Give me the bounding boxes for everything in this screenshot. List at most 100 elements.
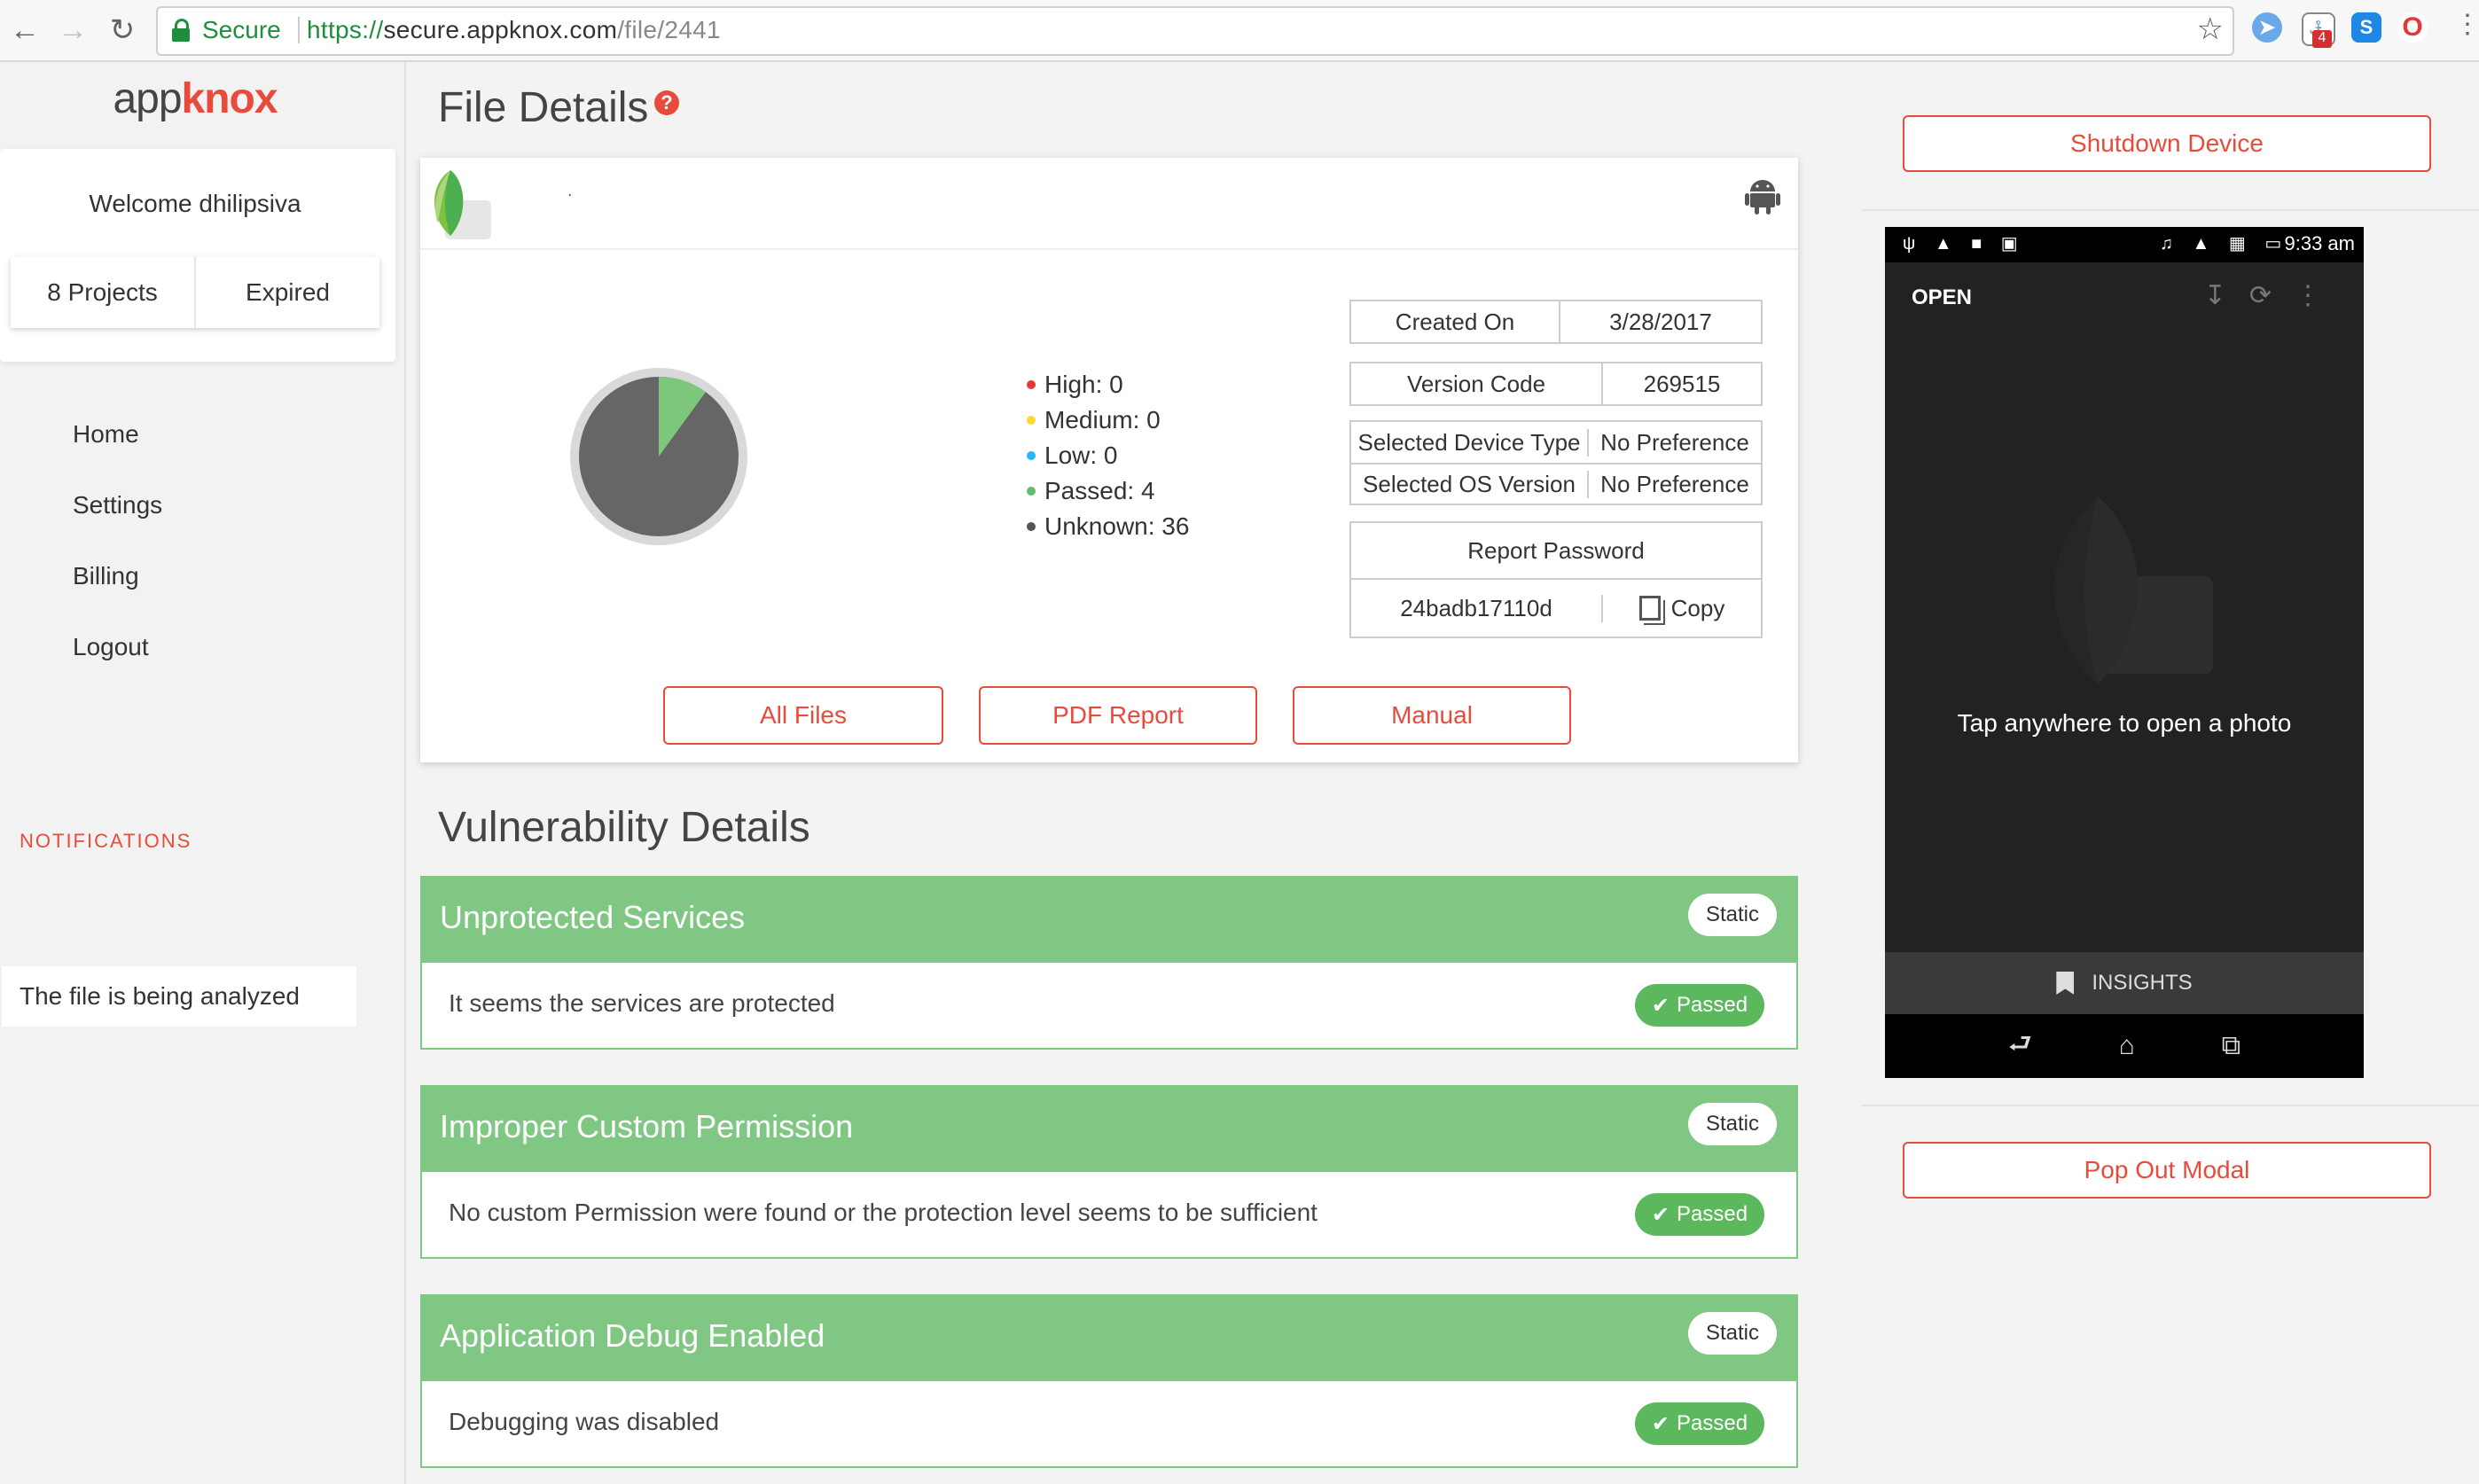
passed-label: Passed — [1677, 1411, 1748, 1435]
insights-button[interactable]: INSIGHTS — [1885, 952, 2364, 1014]
version-code-label: Version Code — [1351, 363, 1603, 404]
version-code-value: 269515 — [1643, 370, 1721, 397]
passed-badge: ✔ Passed — [1635, 1402, 1764, 1445]
vulnerability-card[interactable]: Unprotected Services Static It seems the… — [420, 876, 1798, 1050]
legend-label: Passed: 4 — [1044, 477, 1155, 504]
device-status-bar: ψ ▲ ■ ▣ ♫ ▲ ▦ ▭ 9:33 am — [1885, 227, 2364, 262]
lock-icon — [172, 19, 190, 42]
created-on-label: Created On — [1351, 301, 1560, 342]
vulnerability-card[interactable]: Improper Custom Permission Static No cus… — [420, 1085, 1798, 1259]
nav-settings[interactable]: Settings — [73, 491, 162, 519]
notifications-title: NOTIFICATIONS — [20, 830, 192, 852]
address-bar[interactable]: Secure https://secure.appknox.com/file/2… — [156, 6, 2234, 56]
passed-badge: ✔ Passed — [1635, 1193, 1764, 1236]
extension-compass-icon[interactable]: ➤ — [2252, 12, 2282, 43]
manual-button[interactable]: Manual — [1293, 686, 1571, 745]
status-icons-left: ψ ▲ ■ ▣ — [1903, 234, 2025, 254]
extension-badge: 4 — [2312, 30, 2332, 48]
opera-icon[interactable]: O — [2397, 12, 2428, 43]
legend-dot — [1027, 451, 1036, 460]
legend-dot — [1027, 487, 1036, 496]
os-version-label: Selected OS Version — [1351, 470, 1589, 498]
pop-out-modal-button[interactable]: Pop Out Modal — [1903, 1142, 2431, 1199]
device-app-bar: OPEN ↧⟳⋮ — [1885, 262, 2364, 333]
device-type-value: No Preference — [1600, 428, 1749, 456]
static-badge: Static — [1688, 1103, 1777, 1145]
appknox-logo[interactable]: appknox — [0, 74, 390, 123]
forward-arrow-icon[interactable]: → — [50, 7, 96, 53]
subscription-status[interactable]: Expired — [196, 257, 379, 328]
passed-label: Passed — [1677, 1202, 1748, 1226]
project-status-box: 8 Projects Expired — [11, 257, 379, 328]
static-badge: Static — [1688, 1312, 1777, 1355]
legend-unknown: Unknown: 36 — [1027, 512, 1189, 541]
divider — [1862, 1105, 2479, 1106]
vulnerability-description: It seems the services are protected — [449, 989, 835, 1017]
url-text[interactable]: https://secure.appknox.com/file/2441 — [307, 16, 721, 44]
created-on-box: Created On 3/28/2017 — [1349, 300, 1763, 344]
legend-medium: Medium: 0 — [1027, 406, 1161, 434]
check-icon: ✔ — [1651, 1411, 1670, 1436]
legend-label: Low: 0 — [1044, 441, 1118, 469]
extension-s-icon[interactable]: S — [2351, 12, 2381, 43]
vulnerability-description: Debugging was disabled — [449, 1408, 720, 1435]
legend-dot — [1027, 380, 1036, 389]
vulnerability-card[interactable]: Application Debug Enabled Static Debuggi… — [420, 1294, 1798, 1468]
nav-billing[interactable]: Billing — [73, 562, 139, 590]
device-type-label: Selected Device Type — [1351, 428, 1589, 457]
legend-label: Medium: 0 — [1044, 406, 1161, 433]
os-version-value: No Preference — [1600, 470, 1749, 497]
all-files-button[interactable]: All Files — [663, 686, 943, 745]
vulnerability-title: Application Debug Enabled — [440, 1317, 825, 1354]
vulnerability-description: No custom Permission were found or the p… — [449, 1199, 1318, 1226]
recents-nav-icon[interactable]: ⧉ — [2222, 1031, 2240, 1061]
passed-label: Passed — [1677, 993, 1748, 1017]
legend-passed: Passed: 4 — [1027, 477, 1155, 505]
legend-label: High: 0 — [1044, 371, 1123, 398]
created-on-value: 3/28/2017 — [1609, 308, 1712, 335]
open-button[interactable]: OPEN — [1912, 285, 1972, 310]
projects-count[interactable]: 8 Projects — [11, 257, 196, 328]
help-icon[interactable]: ? — [654, 90, 679, 115]
insights-icon — [2056, 972, 2075, 995]
device-action-icons: ↧⟳⋮ — [2203, 281, 2344, 310]
nav-logout[interactable]: Logout — [73, 633, 149, 661]
copy-icon — [1638, 596, 1661, 621]
check-icon: ✔ — [1651, 993, 1670, 1018]
risk-pie-chart — [570, 368, 747, 545]
bookmark-star-icon[interactable]: ☆ — [2197, 12, 2224, 47]
menu-kebab-icon[interactable]: ⋮ — [2454, 9, 2479, 40]
device-time: 9:33 am — [2284, 232, 2356, 254]
divider — [1862, 209, 2479, 211]
separator — [298, 17, 300, 43]
notification-item: The file is being analyzed — [2, 966, 356, 1027]
copy-button[interactable]: Copy — [1603, 595, 1761, 622]
nav-home[interactable]: Home — [73, 420, 139, 449]
home-nav-icon[interactable]: ⌂ — [2119, 1031, 2135, 1061]
vulnerability-title: Unprotected Services — [440, 899, 746, 935]
check-icon: ✔ — [1651, 1202, 1670, 1227]
welcome-text: Welcome dhilipsiva — [89, 190, 301, 217]
shutdown-device-button[interactable]: Shutdown Device — [1903, 115, 2431, 172]
page-title: File Details — [438, 84, 649, 131]
legend-dot — [1027, 416, 1036, 425]
vulnerability-details-title: Vulnerability Details — [438, 804, 810, 851]
url-scheme: https:// — [307, 16, 384, 43]
pdf-report-button[interactable]: PDF Report — [979, 686, 1257, 745]
vulnerability-title: Improper Custom Permission — [440, 1108, 854, 1144]
back-arrow-icon[interactable]: ← — [2, 7, 48, 53]
app-name: . — [567, 181, 573, 200]
snapseed-app-icon — [434, 170, 491, 239]
back-nav-icon[interactable]: ⮐ — [2008, 1024, 2032, 1069]
report-password-row: 24badb17110d Copy — [1351, 580, 1761, 637]
insights-label: INSIGHTS — [2092, 971, 2193, 995]
reload-icon[interactable]: ↻ — [99, 7, 145, 53]
legend-label: Unknown: 36 — [1044, 512, 1190, 540]
legend-low: Low: 0 — [1027, 441, 1118, 470]
legend-dot — [1027, 522, 1036, 531]
device-prefs-box: Selected Device Type No Preference Selec… — [1349, 420, 1763, 505]
snapseed-placeholder-icon — [2054, 496, 2213, 684]
logo-knox: knox — [181, 75, 278, 122]
static-badge: Static — [1688, 894, 1777, 936]
url-path: /file/2441 — [617, 16, 721, 43]
